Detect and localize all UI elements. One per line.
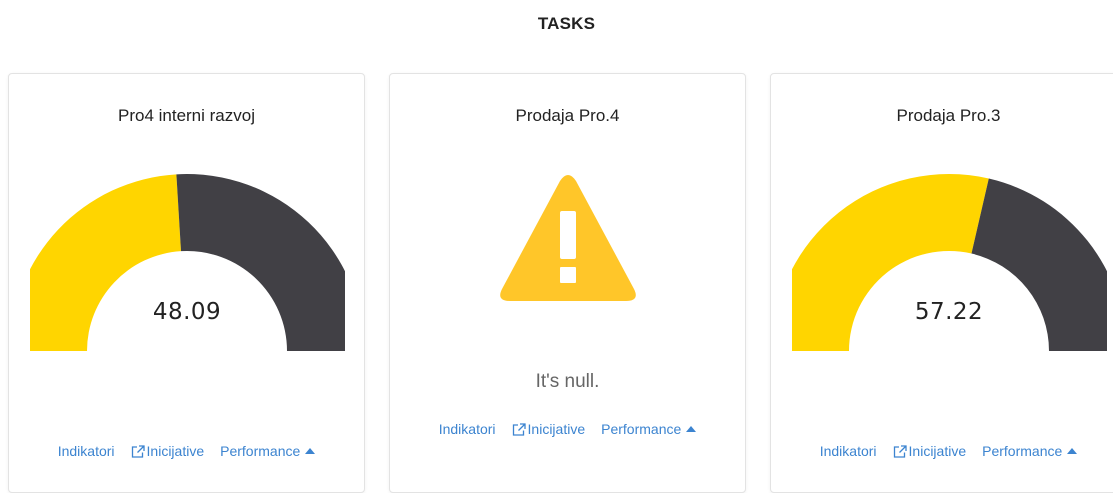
task-card: Prodaja Pro.4 It's null. Indikatori Inici… [389, 73, 746, 493]
performance-toggle[interactable]: Performance [601, 421, 697, 437]
page-title: TASKS [537, 14, 596, 33]
indicators-link[interactable]: Indikatori [820, 443, 877, 459]
initiatives-link[interactable]: Inicijative [512, 421, 586, 437]
indicators-link[interactable]: Indikatori [58, 443, 115, 459]
external-link-icon [893, 445, 907, 458]
card-title: Pro4 interni razvoj [117, 106, 255, 125]
performance-label: Performance [220, 443, 301, 459]
card-links: Indikatori Inicijative Performance [771, 443, 1113, 459]
performance-label: Performance [601, 421, 682, 437]
gauge-value: 57.22 [914, 299, 984, 325]
external-link-icon [131, 445, 145, 458]
initiatives-label: Inicijative [908, 443, 967, 459]
card-links: Indikatori Inicijative Performance [9, 443, 364, 459]
indicators-link[interactable]: Indikatori [439, 421, 496, 437]
card-title: Prodaja Pro.4 [515, 106, 620, 125]
gauge-rest [971, 178, 1107, 351]
external-link-icon [512, 423, 526, 436]
card-links: Indikatori Inicijative Performance [390, 421, 745, 437]
caret-up-icon [305, 448, 316, 454]
initiatives-link[interactable]: Inicijative [893, 443, 967, 459]
performance-toggle[interactable]: Performance [220, 443, 316, 459]
gauge-value: 48.09 [152, 299, 222, 325]
initiatives-link[interactable]: Inicijative [131, 443, 205, 459]
initiatives-label: Inicijative [527, 421, 586, 437]
warning-icon [500, 175, 636, 301]
task-card: Pro4 interni razvoj 48.09 Indikatori Inic… [8, 73, 365, 493]
caret-up-icon [686, 426, 697, 432]
initiatives-label: Inicijative [146, 443, 205, 459]
task-card: Prodaja Pro.3 57.22 Indikatori Inicijativ… [770, 73, 1113, 493]
caret-up-icon [1067, 448, 1078, 454]
performance-toggle[interactable]: Performance [982, 443, 1078, 459]
card-title: Prodaja Pro.3 [896, 106, 1001, 125]
performance-label: Performance [982, 443, 1063, 459]
null-status: It's null. [535, 371, 600, 392]
